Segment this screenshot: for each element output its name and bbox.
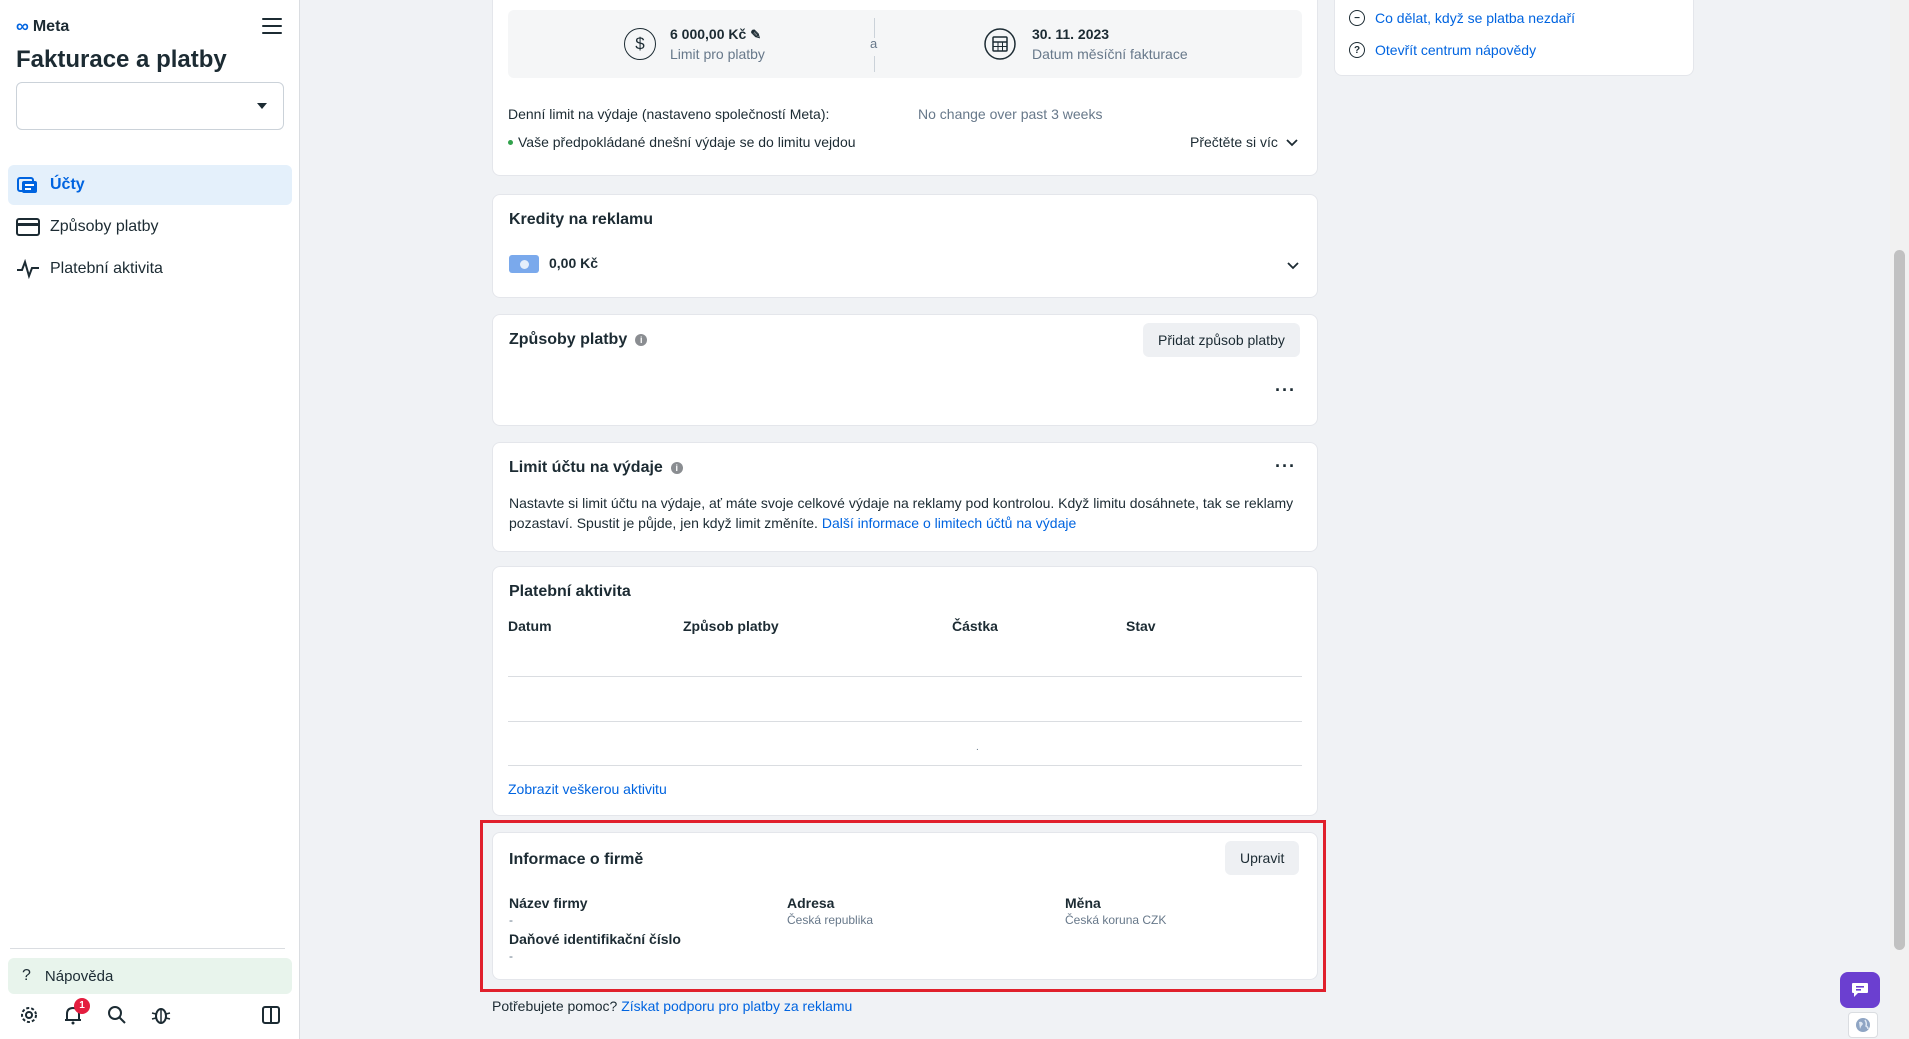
chat-bubble-icon (1852, 983, 1868, 997)
separator-label: a (870, 36, 878, 51)
read-more-label: Přečtěte si víc (1190, 134, 1278, 150)
billing-date-label: Datum měsíční fakturace (1032, 46, 1188, 62)
daily-limit-label: Denní limit na výdaje (nastaveno společn… (508, 106, 830, 122)
menu-icon[interactable] (262, 18, 282, 34)
spend-status-text: Vaše předpokládané dnešní výdaje se do l… (518, 134, 856, 150)
chat-support-button[interactable] (1840, 972, 1880, 1008)
dollar-icon: $ (624, 28, 656, 60)
accounts-icon (16, 173, 40, 197)
more-options-icon[interactable]: ··· (1275, 457, 1296, 475)
edit-pencil-icon[interactable]: ✎ (750, 27, 761, 42)
activity-pulse-icon (16, 257, 40, 281)
panel-toggle-icon[interactable] (258, 1002, 284, 1028)
language-globe-button[interactable] (1848, 1012, 1878, 1038)
payment-methods-title: Způsoby platby i (509, 331, 648, 349)
help-label: Nápověda (44, 967, 114, 985)
read-more-toggle[interactable]: Přečtěte si víc (1190, 134, 1298, 150)
ad-credits-amount: 0,00 Kč (549, 255, 599, 271)
spend-limit-description: Nastavte si limit účtu na výdaje, ať mát… (509, 493, 1309, 533)
credit-coupon-icon (509, 255, 539, 273)
scrollbar-thumb[interactable] (1894, 250, 1905, 950)
divider (874, 18, 875, 38)
account-selector[interactable] (16, 82, 284, 130)
payment-limit-label: Limit pro platby (670, 46, 765, 62)
billing-date-value: 30. 11. 2023 (1032, 26, 1110, 42)
help-link-payment-failed[interactable]: − Co dělat, když se platba nezdaří (1349, 10, 1575, 26)
ad-credits-card: Kredity na reklamu 0,00 Kč (492, 194, 1318, 298)
support-link[interactable]: Získat podporu pro platby za reklamu (621, 998, 852, 1014)
help-link-label: Otevřít centrum nápovědy (1375, 42, 1537, 58)
summary-box: $ 6 000,00 Kč ✎ Limit pro platby a 30. 1… (508, 10, 1302, 78)
meta-logo-icon: ∞ (16, 16, 29, 36)
status-dot-icon (508, 139, 513, 145)
info-icon[interactable]: i (635, 333, 648, 346)
sidebar-item-payment-activity[interactable]: Platební aktivita (8, 249, 292, 289)
calendar-icon (984, 28, 1016, 60)
chevron-down-icon[interactable] (1287, 257, 1299, 274)
globe-icon (1856, 1018, 1870, 1032)
minus-circle-icon: − (1349, 10, 1365, 26)
column-header-status: Stav (1126, 618, 1156, 634)
meta-brand[interactable]: ∞ Meta (16, 16, 69, 37)
caret-down-icon (257, 103, 267, 109)
sidebar-item-label: Platební aktivita (50, 260, 163, 277)
payment-activity-card: Platební aktivita (492, 566, 1318, 816)
column-header-payment-method: Způsob platby (683, 618, 779, 634)
view-all-activity-link[interactable]: Zobrazit veškerou aktivitu (508, 781, 667, 797)
brand-name: Meta (32, 17, 70, 35)
question-icon: ? (22, 967, 31, 984)
sidebar: ∞ Meta Fakturace a platby Účty Způsoby p… (0, 0, 300, 1039)
sidebar-item-label: Účty (50, 176, 85, 193)
daily-limit-note: No change over past 3 weeks (918, 106, 1103, 122)
payment-activity-title: Platební aktivita (509, 583, 631, 600)
ad-credits-title: Kredity na reklamu (509, 211, 654, 228)
more-options-icon[interactable]: ··· (1275, 381, 1296, 399)
payment-methods-card: Způsoby platby i Přidat způsob platby ··· (492, 314, 1318, 426)
sidebar-nav: Účty Způsoby platby Platební aktivita (8, 165, 292, 291)
table-row-divider (508, 676, 1302, 677)
help-link-label: Co dělat, když se platba nezdaří (1375, 10, 1576, 26)
column-header-amount: Částka (952, 618, 998, 634)
page-title: Fakturace a platby (16, 46, 227, 73)
divider (874, 56, 875, 72)
add-payment-method-button[interactable]: Přidat způsob platby (1143, 323, 1300, 357)
scrollbar[interactable] (1890, 0, 1909, 1039)
divider (10, 948, 285, 949)
spend-limit-info-link[interactable]: Další informace o limitech účtů na výdaj… (822, 515, 1076, 531)
info-icon[interactable]: i (670, 461, 683, 474)
sidebar-item-accounts[interactable]: Účty (8, 165, 292, 205)
account-spend-limit-card: Limit účtu na výdaje i ··· Nastavte si li… (492, 442, 1318, 552)
table-row-divider (508, 721, 1302, 722)
help-link[interactable]: ? Nápověda (8, 958, 292, 994)
spend-limit-title: Limit účtu na výdaje i (509, 459, 683, 477)
settings-gear-icon[interactable] (16, 1002, 42, 1028)
bug-report-icon[interactable] (148, 1002, 174, 1028)
support-footer: Potřebujete pomoc? Získat podporu pro pl… (492, 998, 852, 1014)
help-link-help-center[interactable]: ? Otevřít centrum nápovědy (1349, 42, 1536, 58)
notification-badge: 1 (74, 998, 90, 1014)
payment-limit-value: 6 000,00 Kč ✎ (670, 26, 762, 42)
spend-status: Vaše předpokládané dnešní výdaje se do l… (508, 134, 856, 150)
sidebar-footer: 1 (16, 998, 286, 1030)
credit-card-icon (16, 215, 40, 239)
question-circle-icon: ? (1349, 42, 1365, 58)
help-links-card: − Co dělat, když se platba nezdaří ? Ote… (1334, 0, 1694, 76)
sidebar-item-payment-methods[interactable]: Způsoby platby (8, 207, 292, 247)
column-header-date: Datum (508, 618, 552, 634)
support-question: Potřebujete pomoc? (492, 998, 618, 1014)
highlight-box (480, 820, 1326, 992)
sidebar-item-label: Způsoby platby (50, 218, 159, 235)
table-placeholder: . (976, 742, 979, 753)
notifications-bell-icon[interactable]: 1 (60, 998, 90, 1028)
search-icon[interactable] (104, 1002, 130, 1028)
table-row-divider (508, 765, 1302, 766)
chevron-down-icon (1286, 134, 1298, 150)
